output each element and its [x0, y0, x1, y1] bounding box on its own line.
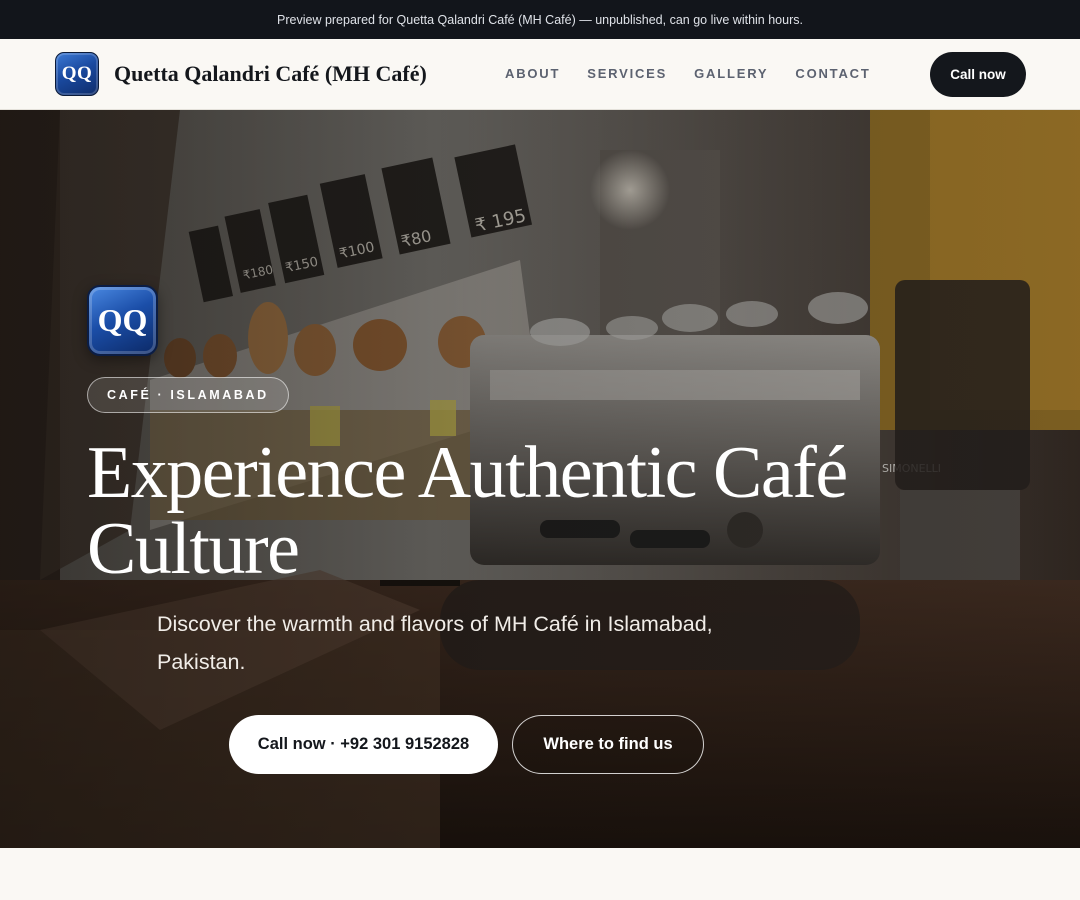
nav-about[interactable]: ABOUT [505, 66, 560, 81]
hero-eyebrow-badge: CAFÉ · ISLAMABAD [87, 377, 289, 413]
site-header: QQ Quetta Qalandri Café (MH Café) ABOUT … [0, 39, 1080, 110]
hero-subtitle: Discover the warmth and flavors of MH Ca… [157, 612, 713, 674]
nav-contact[interactable]: CONTACT [795, 66, 870, 81]
header-call-button[interactable]: Call now [930, 52, 1026, 97]
brand-name[interactable]: Quetta Qalandri Café (MH Café) [114, 61, 427, 87]
main-nav: ABOUT SERVICES GALLERY CONTACT [505, 66, 898, 81]
brand-logo[interactable]: QQ [55, 52, 99, 96]
preview-notice: Preview prepared for Quetta Qalandri Caf… [277, 12, 803, 27]
nav-services[interactable]: SERVICES [587, 66, 667, 81]
call-now-button[interactable]: Call now · +92 301 9152828 [229, 715, 498, 774]
nav-gallery[interactable]: GALLERY [694, 66, 768, 81]
where-to-find-us-button[interactable]: Where to find us [512, 715, 704, 774]
hero-logo: QQ [87, 285, 158, 356]
next-section [0, 848, 1080, 900]
hero-section: ₹180 ₹150 ₹100 ₹80 ₹ 195 [0, 110, 1080, 848]
preview-banner: Preview prepared for Quetta Qalandri Caf… [0, 0, 1080, 39]
hero-title: Experience Authentic Café Culture [87, 432, 848, 590]
